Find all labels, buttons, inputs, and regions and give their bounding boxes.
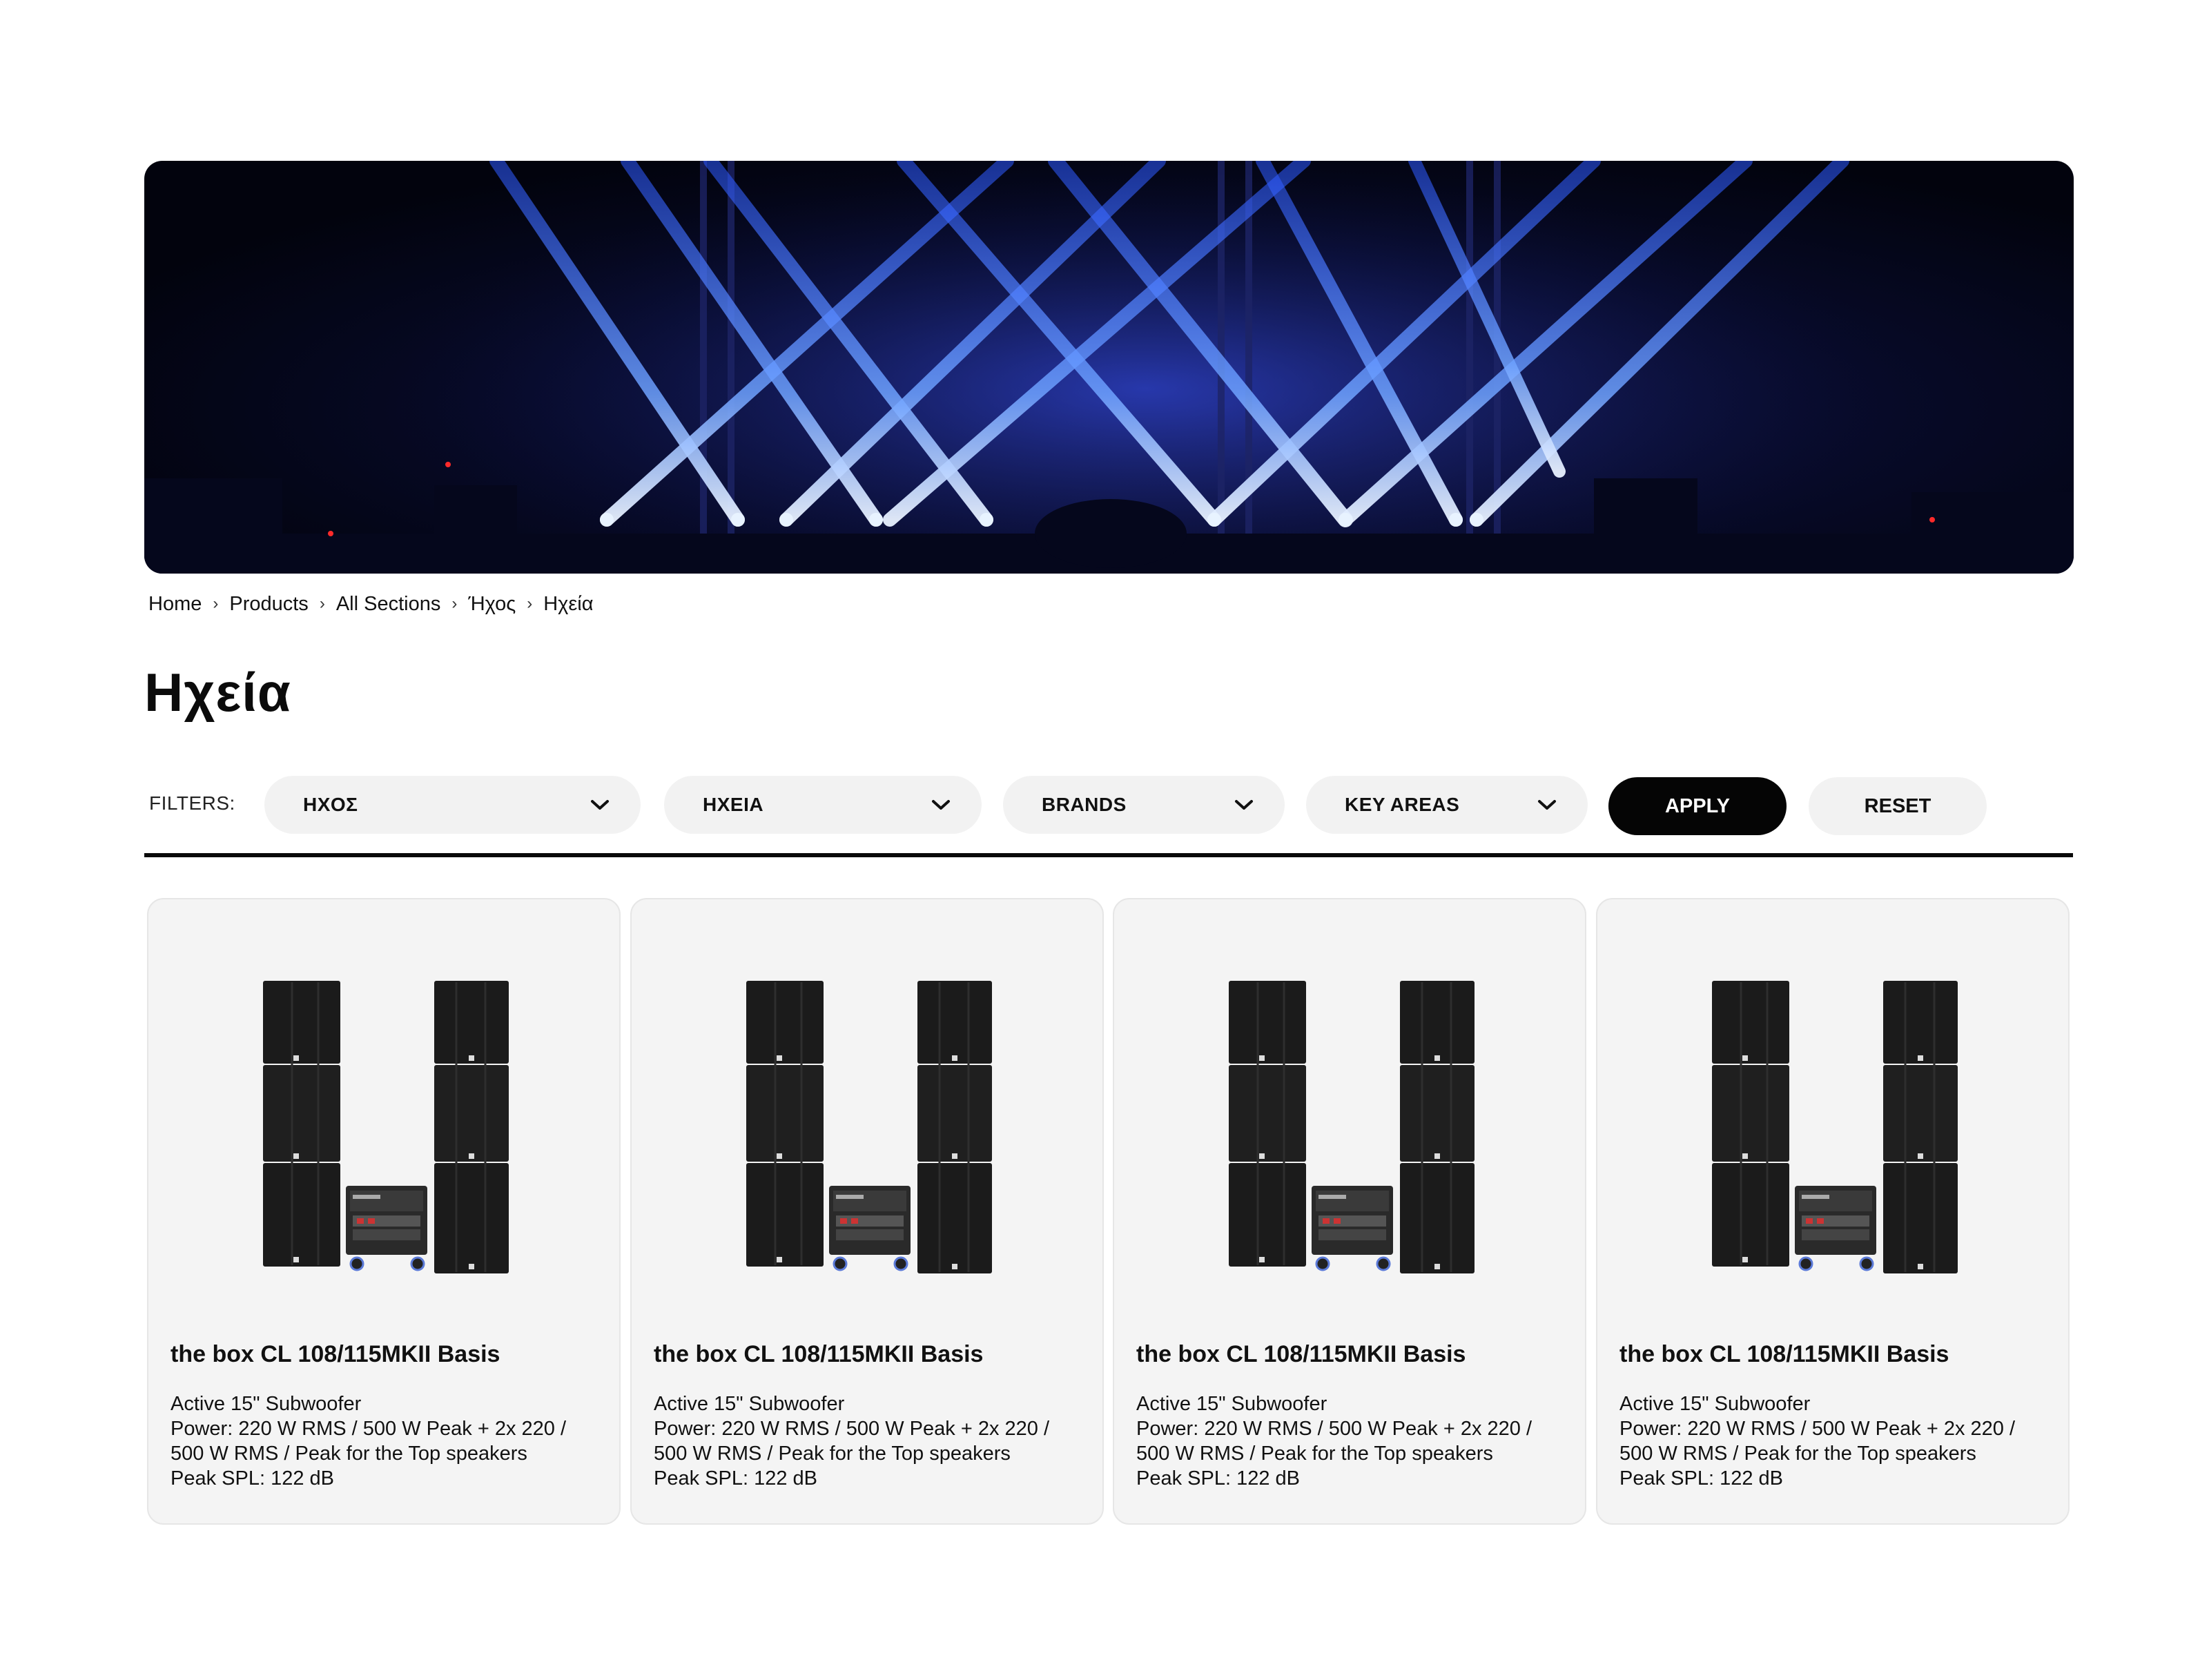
product-description: Active 15" Subwoofer Power: 220 W RMS / … [171,1391,571,1491]
speaker-system-image [1698,975,1974,1279]
speaker-system-image [249,975,525,1279]
breadcrumb-separator-icon: › [319,594,325,613]
filter-dropdown-key-areas[interactable]: KEY AREAS [1306,776,1588,834]
chevron-down-icon [1235,800,1253,810]
filter-dropdown-label: KEY AREAS [1345,794,1460,815]
breadcrumb-all-sections[interactable]: All Sections [336,593,441,616]
filter-dropdown-label: ΗΧΕΙΑ [703,794,764,815]
chevron-down-icon [932,800,950,810]
product-spec-line: Active 15" Subwoofer [654,1393,845,1415]
reset-button[interactable]: RESET [1809,777,1987,835]
product-spec-line: Active 15" Subwoofer [171,1393,362,1415]
product-description: Active 15" Subwoofer Power: 220 W RMS / … [654,1391,1054,1491]
speaker-system-image [732,975,1009,1279]
product-card[interactable]: the box CL 108/115MKII Basis Active 15" … [1596,898,2070,1525]
product-spec-line: Active 15" Subwoofer [1619,1393,1811,1415]
filter-dropdown-label: BRANDS [1042,794,1127,815]
hero-banner-image [144,161,2074,574]
breadcrumb-separator-icon: › [527,594,533,613]
filter-dropdown-brands[interactable]: BRANDS [1003,776,1285,834]
breadcrumb-current: Ηχεία [543,592,594,615]
breadcrumb-products[interactable]: Products [229,593,308,616]
product-spec-line: Peak SPL: 122 dB [1619,1467,1783,1489]
product-description: Active 15" Subwoofer Power: 220 W RMS / … [1136,1391,1537,1491]
product-spec-line: Active 15" Subwoofer [1136,1393,1327,1415]
product-spec-line: Power: 220 W RMS / 500 W Peak + 2x 220 /… [171,1418,567,1465]
product-card[interactable]: the box CL 108/115MKII Basis Active 15" … [1113,898,1586,1525]
product-card[interactable]: the box CL 108/115MKII Basis Active 15" … [147,898,621,1525]
filters-divider [144,853,2073,857]
filter-dropdown-sound[interactable]: ΗΧΟΣ [264,776,641,834]
product-description: Active 15" Subwoofer Power: 220 W RMS / … [1619,1391,2020,1491]
product-name[interactable]: the box CL 108/115MKII Basis [1136,1341,1466,1368]
breadcrumb-separator-icon: › [451,594,458,613]
speaker-system-image [1215,975,1491,1279]
apply-button[interactable]: APPLY [1608,777,1787,835]
filter-dropdown-label: ΗΧΟΣ [303,794,358,815]
product-spec-line: Peak SPL: 122 dB [171,1467,334,1489]
chevron-down-icon [591,800,609,810]
breadcrumb-separator-icon: › [213,594,219,613]
product-name[interactable]: the box CL 108/115MKII Basis [654,1341,983,1368]
filter-dropdown-speakers[interactable]: ΗΧΕΙΑ [664,776,982,834]
product-name[interactable]: the box CL 108/115MKII Basis [1619,1341,1949,1368]
page-title: Ηχεία [144,662,291,723]
product-spec-line: Power: 220 W RMS / 500 W Peak + 2x 220 /… [1136,1418,1532,1465]
product-spec-line: Peak SPL: 122 dB [654,1467,817,1489]
chevron-down-icon [1538,800,1556,810]
product-name[interactable]: the box CL 108/115MKII Basis [171,1341,500,1368]
product-spec-line: Power: 220 W RMS / 500 W Peak + 2x 220 /… [654,1418,1050,1465]
product-card[interactable]: the box CL 108/115MKII Basis Active 15" … [630,898,1104,1525]
product-spec-line: Peak SPL: 122 dB [1136,1467,1300,1489]
breadcrumb-sound[interactable]: Ήχος [468,593,516,616]
filters-label: FILTERS: [149,792,235,814]
product-spec-line: Power: 220 W RMS / 500 W Peak + 2x 220 /… [1619,1418,2016,1465]
breadcrumb: Home › Products › All Sections › Ήχος › … [148,588,594,620]
breadcrumb-home[interactable]: Home [148,593,202,616]
